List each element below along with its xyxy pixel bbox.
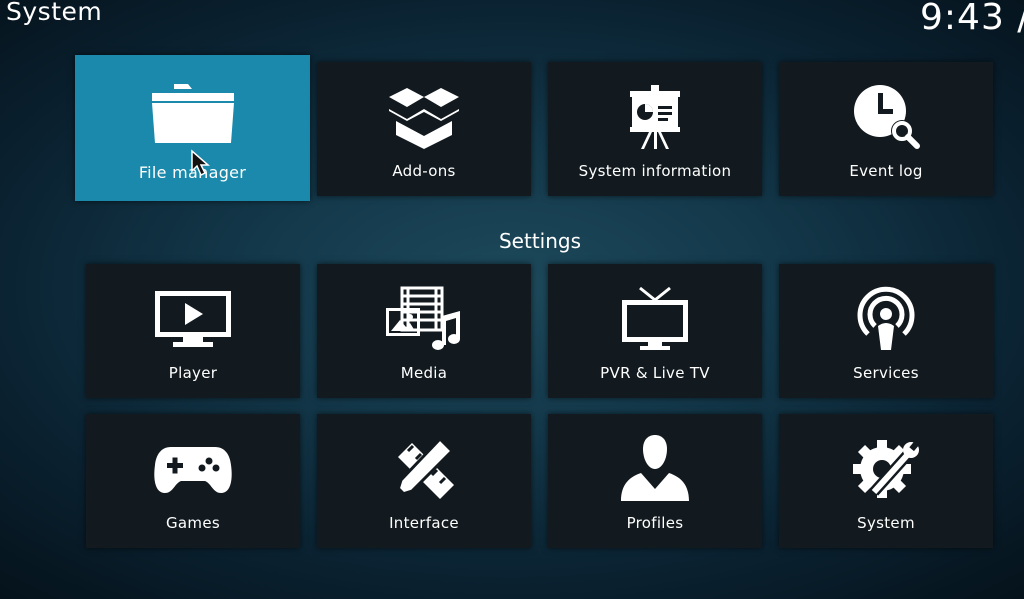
broadcast-person-icon [854, 282, 918, 356]
tile-pvr-live-tv[interactable]: PVR & Live TV [548, 264, 762, 398]
clock-search-icon [851, 80, 921, 154]
tile-interface[interactable]: Interface [317, 414, 531, 548]
user-silhouette-icon [619, 432, 691, 506]
open-box-icon [386, 80, 462, 154]
tile-label: System information [578, 162, 732, 180]
tile-system-information[interactable]: System information [548, 62, 762, 196]
tile-label: Profiles [626, 514, 684, 532]
tile-media[interactable]: Media [317, 264, 531, 398]
monitor-play-icon [153, 282, 233, 356]
gamepad-icon [153, 432, 233, 506]
tile-label: Event log [849, 162, 923, 180]
tile-add-ons[interactable]: Add-ons [317, 62, 531, 196]
tile-games[interactable]: Games [86, 414, 300, 548]
media-library-icon [384, 282, 464, 356]
tile-event-log[interactable]: Event log [779, 62, 993, 196]
tile-system-settings[interactable]: System [779, 414, 993, 548]
tile-label: Add-ons [392, 162, 456, 180]
tile-label: Services [853, 364, 919, 382]
header-clock: 9:43 / [920, 0, 1024, 38]
tile-label: System [857, 514, 915, 532]
tv-antenna-icon [620, 282, 690, 356]
section-heading-settings: Settings [498, 229, 582, 253]
tile-profiles[interactable]: Profiles [548, 414, 762, 548]
presentation-board-icon [627, 80, 683, 154]
header-title: System [6, 0, 103, 26]
tile-label: PVR & Live TV [600, 364, 710, 382]
tile-player[interactable]: Player [86, 264, 300, 398]
tile-label: Interface [389, 514, 459, 532]
pencil-ruler-icon [390, 432, 458, 506]
gear-wrench-icon [850, 432, 922, 506]
mouse-pointer-icon [190, 149, 210, 181]
tile-label: Media [400, 364, 448, 382]
tile-label: Player [168, 364, 218, 382]
tile-label: Games [166, 514, 220, 532]
tile-services[interactable]: Services [779, 264, 993, 398]
folder-icon [148, 77, 238, 151]
